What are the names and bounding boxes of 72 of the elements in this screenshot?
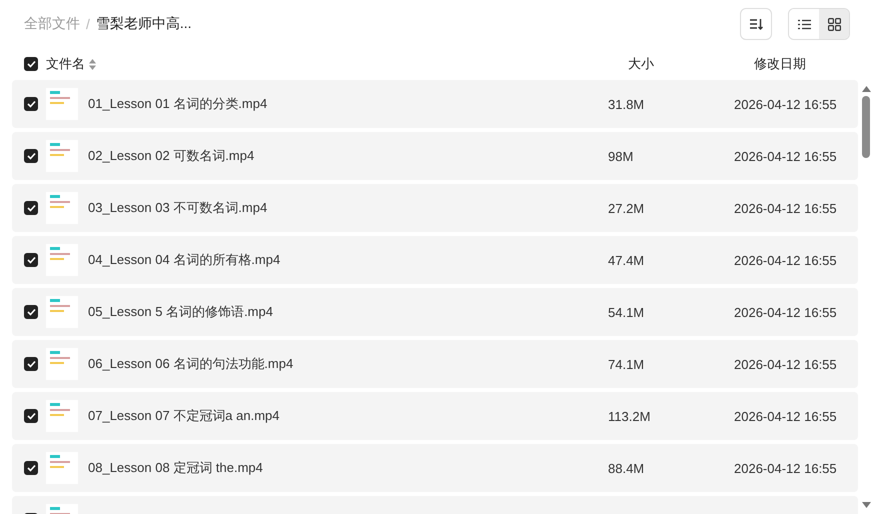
select-all-checkbox[interactable] bbox=[24, 57, 38, 71]
file-row[interactable]: 03_Lesson 03 不可数名词.mp4 27.2M 2026-04-12 16:55 bbox=[12, 184, 858, 232]
video-thumbnail bbox=[46, 192, 78, 224]
video-thumbnail bbox=[46, 88, 78, 120]
grid-view-button[interactable] bbox=[819, 9, 849, 39]
checkmark-icon bbox=[26, 204, 36, 212]
video-thumbnail bbox=[46, 244, 78, 276]
video-thumbnail bbox=[46, 452, 78, 484]
checkmark-icon bbox=[26, 412, 36, 420]
file-name: 06_Lesson 06 名词的句法功能.mp4 bbox=[88, 355, 294, 373]
file-row[interactable]: 06_Lesson 06 名词的句法功能.mp4 74.1M 2026-04-12 16:55 bbox=[12, 340, 858, 388]
checkmark-icon bbox=[26, 60, 36, 68]
modified-date: 2026-04-12 16:55 bbox=[734, 252, 838, 268]
file-row[interactable]: 05_Lesson 5 名词的修饰语.mp4 54.1M 2026-04-12 16:55 bbox=[12, 288, 858, 336]
grid-icon bbox=[828, 18, 840, 30]
file-row[interactable]: 02_Lesson 02 可数名词.mp4 98M 2026-04-12 16:55 bbox=[12, 132, 858, 180]
file-name: 01_Lesson 01 名词的分类.mp4 bbox=[88, 95, 268, 113]
file-name: 05_Lesson 5 名词的修饰语.mp4 bbox=[88, 303, 273, 321]
file-size: 88.4M bbox=[608, 460, 646, 476]
video-thumbnail bbox=[46, 348, 78, 380]
modified-date: 2026-04-12 16:55 bbox=[734, 408, 838, 424]
scroll-down-icon[interactable] bbox=[862, 502, 870, 508]
modified-date: 2026-04-12 16:55 bbox=[734, 460, 838, 476]
row-checkbox[interactable] bbox=[24, 409, 38, 423]
scrollbar-thumb[interactable] bbox=[862, 96, 870, 158]
video-thumbnail bbox=[46, 140, 78, 172]
file-row[interactable]: 07_Lesson 07 不定冠词a an.mp4 113.2M 2026-04-12 16:55 bbox=[12, 392, 858, 440]
file-size: 31.8M bbox=[608, 96, 646, 112]
column-header: 修改日期 bbox=[754, 55, 807, 73]
row-checkbox[interactable] bbox=[24, 97, 38, 111]
checkmark-icon bbox=[26, 152, 36, 160]
row-checkbox[interactable] bbox=[24, 201, 38, 215]
file-name: 08_Lesson 08 定冠词 the.mp4 bbox=[88, 459, 263, 477]
row-checkbox[interactable] bbox=[24, 253, 38, 267]
row-checkbox[interactable] bbox=[24, 149, 38, 163]
file-row[interactable]: 01_Lesson 01 名词的分类.mp4 31.8M 2026-04-12 16:55 bbox=[12, 80, 858, 128]
file-name: 03_Lesson 03 不可数名词.mp4 bbox=[88, 199, 268, 217]
checkmark-icon bbox=[26, 464, 36, 472]
modified-date: 2026-04-12 16:55 bbox=[734, 304, 838, 320]
file-size: 113.2M bbox=[608, 408, 652, 424]
checkmark-icon bbox=[26, 360, 36, 368]
file-size: 74.1M bbox=[608, 356, 646, 372]
video-thumbnail bbox=[46, 400, 78, 432]
row-checkbox[interactable] bbox=[24, 357, 38, 371]
breadcrumb-separator: / bbox=[86, 16, 90, 32]
file-size: 27.2M bbox=[608, 200, 646, 216]
file-name: 04_Lesson 04 名词的所有格.mp4 bbox=[88, 251, 280, 269]
row-checkbox[interactable] bbox=[24, 461, 38, 475]
column-header[interactable]: 文件名 bbox=[46, 55, 85, 73]
checkmark-icon bbox=[26, 100, 36, 108]
modified-date: 2026-04-12 16:55 bbox=[734, 356, 838, 372]
file-name: 02_Lesson 02 可数名词.mp4 bbox=[88, 147, 254, 165]
modified-date: 2026-04-12 16:55 bbox=[734, 148, 838, 164]
sort-icon bbox=[749, 17, 763, 31]
file-row[interactable]: 04_Lesson 04 名词的所有格.mp4 47.4M 2026-04-12 16:55 bbox=[12, 236, 858, 284]
file-size: 98M bbox=[608, 148, 634, 164]
checkmark-icon bbox=[26, 256, 36, 264]
file-row[interactable]: 08_Lesson 08 定冠词 the.mp4 88.4M 2026-04-12 16:55 bbox=[12, 444, 858, 492]
file-size: 54.1M bbox=[608, 304, 646, 320]
modified-date: 2026-04-12 16:55 bbox=[734, 200, 838, 216]
sort-arrows-icon[interactable] bbox=[89, 58, 96, 70]
column-header: 大小 bbox=[628, 55, 655, 73]
file-size: 47.4M bbox=[608, 252, 646, 268]
breadcrumb-link[interactable]: 雪梨老师中高... bbox=[96, 15, 192, 33]
modified-date: 2026-04-12 16:55 bbox=[734, 96, 838, 112]
video-thumbnail bbox=[46, 296, 78, 328]
row-checkbox[interactable] bbox=[24, 305, 38, 319]
list-icon bbox=[798, 18, 810, 30]
scroll-up-icon[interactable] bbox=[862, 86, 870, 92]
file-name: 07_Lesson 07 不定冠词a an.mp4 bbox=[88, 407, 280, 425]
sort-button[interactable] bbox=[740, 8, 772, 40]
checkmark-icon bbox=[26, 308, 36, 316]
